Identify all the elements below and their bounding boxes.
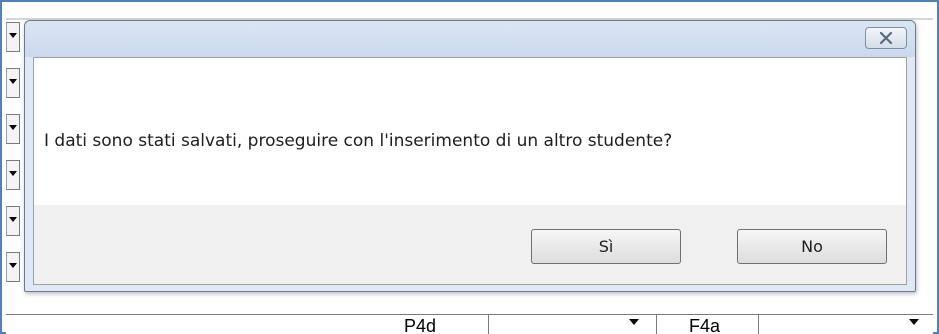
yes-button[interactable]: Sì (531, 229, 681, 264)
message-dialog: I dati sono stati salvati, proseguire co… (24, 20, 916, 292)
background-field: F4a (656, 315, 756, 334)
close-icon (879, 32, 893, 44)
no-button[interactable]: No (737, 229, 887, 264)
dropdown-arrow-icon[interactable] (6, 252, 20, 282)
background-combo[interactable] (488, 315, 648, 334)
background-field: P4d (6, 315, 486, 334)
background-field-label: P4d (404, 316, 437, 334)
dropdown-arrow-icon[interactable] (6, 22, 20, 52)
dialog-message: I dati sono stati salvati, proseguire co… (44, 131, 673, 151)
dialog-content: I dati sono stati salvati, proseguire co… (33, 57, 907, 285)
dropdown-arrow-icon[interactable] (6, 160, 20, 190)
dropdown-arrow-icon[interactable] (6, 114, 20, 144)
screen: P4d F4a I dati sono stati salvati, prose… (0, 0, 939, 334)
background-form-bottom-row: P4d F4a (6, 314, 933, 334)
background-field-label: F4a (689, 316, 721, 334)
message-area: I dati sono stati salvati, proseguire co… (34, 58, 906, 205)
background-combo[interactable] (758, 315, 933, 334)
dropdown-arrow-icon[interactable] (6, 68, 20, 98)
dropdown-arrow-icon[interactable] (629, 319, 639, 325)
dropdown-arrow-icon[interactable] (6, 206, 20, 236)
dialog-titlebar[interactable] (25, 21, 915, 57)
dropdown-arrow-icon[interactable] (909, 319, 919, 325)
close-button[interactable] (865, 27, 907, 49)
